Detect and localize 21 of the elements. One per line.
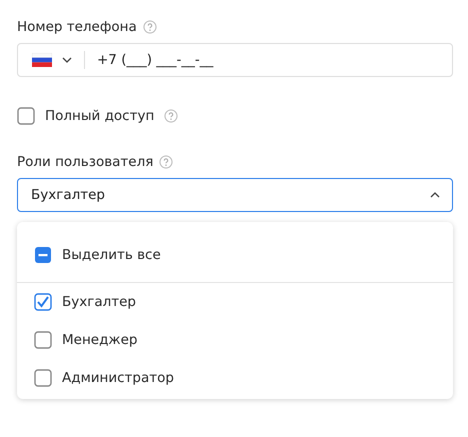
checkbox-label: Бухгалтер	[62, 294, 136, 310]
help-icon	[164, 109, 178, 123]
field-label: Номер телефона	[17, 19, 137, 35]
phone-field[interactable]: +7 (___) ___-__-__	[17, 43, 453, 77]
checkbox-label: Полный доступ	[45, 108, 154, 124]
checkbox-label: Менеджер	[62, 332, 138, 348]
phone-input[interactable]: +7 (___) ___-__-__	[97, 52, 297, 68]
checkbox[interactable]	[17, 107, 35, 125]
flag-icon	[32, 53, 52, 67]
checkbox[interactable]	[34, 331, 52, 349]
help-icon	[159, 155, 174, 169]
chevron-down-icon[interactable]	[62, 57, 72, 63]
checkbox-label: Выделить все	[62, 247, 161, 263]
role-select[interactable]: Бухгалтер	[17, 178, 453, 212]
checkbox[interactable]	[34, 293, 52, 311]
chevron-up-icon	[430, 192, 440, 198]
field-label: Роли пользователя	[17, 154, 154, 170]
checkbox[interactable]	[34, 369, 52, 387]
checkbox-label: Администратор	[62, 370, 174, 386]
checkbox[interactable]	[34, 246, 52, 264]
help-icon	[142, 20, 157, 34]
